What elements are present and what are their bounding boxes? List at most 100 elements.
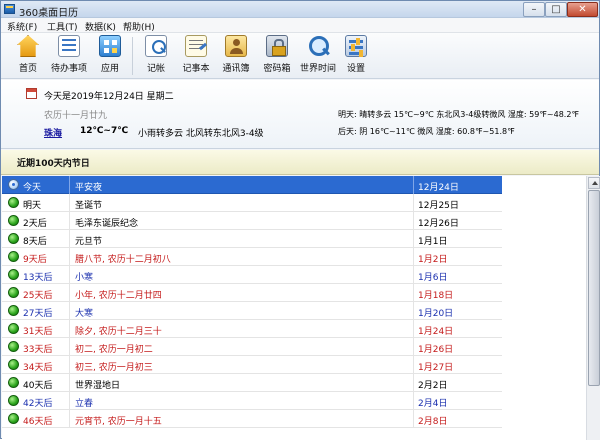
- date-cell: 1月20日: [415, 302, 502, 320]
- toolbar-account-button[interactable]: 记帐: [143, 35, 169, 77]
- holiday-row[interactable]: 31天后 除夕, 农历十二月三十 1月24日: [2, 320, 502, 338]
- date-cell: 12月26日: [415, 212, 502, 230]
- when-cell: 27天后: [2, 302, 70, 320]
- holiday-section-header: 近期100天内节日: [1, 150, 599, 175]
- holiday-name: 除夕, 农历十二月三十: [75, 327, 162, 337]
- holiday-date: 12月26日: [418, 219, 459, 229]
- holiday-date: 1月2日: [418, 255, 448, 265]
- toolbar-world-time-button[interactable]: 世界时间: [298, 35, 338, 77]
- holiday-list[interactable]: 今天 平安夜 12月24日 明天 圣诞节 12月25日 2天后 毛泽东诞辰纪念 12月26日 8天…: [2, 176, 600, 440]
- menu-system[interactable]: 系统(F): [7, 20, 37, 33]
- holiday-date: 2月2日: [418, 381, 448, 391]
- toolbar-label: 应用: [100, 64, 119, 74]
- holiday-date: 12月24日: [418, 183, 459, 193]
- when-text: 42天后: [23, 399, 53, 409]
- when-text: 33天后: [23, 345, 53, 355]
- name-cell: 小寒: [71, 266, 414, 284]
- maximize-button[interactable]: □: [545, 2, 567, 17]
- holiday-row[interactable]: 34天后 初三, 农历一月初三 1月27日: [2, 356, 502, 374]
- toolbar-todo-button[interactable]: 待办事项: [49, 35, 89, 77]
- section-title: 近期100天内节日: [17, 159, 90, 169]
- menu-help[interactable]: 帮助(H): [123, 20, 155, 33]
- when-text: 31天后: [23, 327, 53, 337]
- toolbar-home-button[interactable]: 首页: [15, 35, 41, 77]
- holiday-date: 2月8日: [418, 417, 448, 427]
- holiday-row[interactable]: 13天后 小寒 1月6日: [2, 266, 502, 284]
- when-text: 25天后: [23, 291, 53, 301]
- holiday-row[interactable]: 2天后 毛泽东诞辰纪念 12月26日: [2, 212, 502, 230]
- status-dot-icon: [8, 287, 19, 298]
- toolbar-apps-button[interactable]: 应用: [97, 35, 123, 77]
- when-cell: 明天: [2, 194, 70, 212]
- when-cell: 9天后: [2, 248, 70, 266]
- when-text: 9天后: [23, 255, 47, 265]
- status-dot-icon: [8, 179, 19, 190]
- minimize-button[interactable]: –: [523, 2, 545, 17]
- holiday-row[interactable]: 25天后 小年, 农历十二月廿四 1月18日: [2, 284, 502, 302]
- status-dot-icon: [8, 197, 19, 208]
- when-cell: 31天后: [2, 320, 70, 338]
- toolbar-password-button[interactable]: 密码箱: [261, 35, 293, 77]
- when-cell: 40天后: [2, 374, 70, 392]
- lunar-date: 农历十一月廿九: [44, 111, 108, 121]
- holiday-row[interactable]: 33天后 初二, 农历一月初二 1月26日: [2, 338, 502, 356]
- status-dot-icon: [8, 233, 19, 244]
- vertical-scrollbar[interactable]: [586, 176, 600, 440]
- menu-data[interactable]: 数据(K): [85, 20, 116, 33]
- status-dot-icon: [8, 395, 19, 406]
- city-link[interactable]: 珠海: [44, 126, 62, 139]
- today-temperature: 12℃~7℃: [80, 126, 129, 136]
- toolbar-contacts-button[interactable]: 通讯簿: [220, 35, 252, 77]
- toolbar-settings-button[interactable]: 设置: [343, 35, 369, 77]
- toolbar-label: 记帐: [146, 64, 165, 74]
- holiday-row[interactable]: 8天后 元旦节 1月1日: [2, 230, 502, 248]
- scroll-thumb[interactable]: [588, 190, 600, 386]
- holiday-name: 大寒: [75, 309, 94, 319]
- date-cell: 1月6日: [415, 266, 502, 284]
- name-cell: 小年, 农历十二月廿四: [71, 284, 414, 302]
- holiday-row[interactable]: 今天 平安夜 12月24日: [2, 176, 502, 194]
- calendar-app-icon: [4, 4, 15, 14]
- status-dot-icon: [8, 413, 19, 424]
- notes-icon: [185, 35, 207, 57]
- title-bar[interactable]: 360桌面日历 – □ ✕: [1, 1, 599, 19]
- holiday-name: 立春: [75, 399, 94, 409]
- toolbar-label: 待办事项: [50, 64, 87, 74]
- home-icon: [17, 35, 39, 57]
- holiday-name: 世界湿地日: [75, 381, 121, 391]
- holiday-row[interactable]: 42天后 立春 2月4日: [2, 392, 502, 410]
- contacts-icon: [225, 35, 247, 57]
- toolbar: 首页 待办事项 应用 记帐 记事本 通讯簿 密码箱 世界时间 设置: [1, 33, 599, 79]
- menu-tools[interactable]: 工具(T): [47, 20, 78, 33]
- holiday-row[interactable]: 9天后 腊八节, 农历十二月初八 1月2日: [2, 248, 502, 266]
- holiday-row[interactable]: 明天 圣诞节 12月25日: [2, 194, 502, 212]
- status-dot-icon: [8, 359, 19, 370]
- holiday-row[interactable]: 27天后 大寒 1月20日: [2, 302, 502, 320]
- settings-icon: [345, 35, 367, 57]
- scroll-up-arrow-icon[interactable]: [588, 177, 600, 189]
- name-cell: 腊八节, 农历十二月初八: [71, 248, 414, 266]
- toolbar-label: 记事本: [182, 64, 210, 74]
- account-icon: [145, 35, 167, 57]
- date-cell: 1月2日: [415, 248, 502, 266]
- date-cell: 1月26日: [415, 338, 502, 356]
- today-weather: 小雨转多云 北风转东北风3-4级: [138, 129, 264, 139]
- when-cell: 33天后: [2, 338, 70, 356]
- when-text: 40天后: [23, 381, 53, 391]
- when-text: 2天后: [23, 219, 47, 229]
- status-dot-icon: [8, 377, 19, 388]
- holiday-row[interactable]: 46天后 元宵节, 农历一月十五 2月8日: [2, 410, 502, 428]
- holiday-row[interactable]: 40天后 世界湿地日 2月2日: [2, 374, 502, 392]
- toolbar-notes-button[interactable]: 记事本: [180, 35, 212, 77]
- menu-bar: 系统(F) 工具(T) 数据(K) 帮助(H): [1, 18, 599, 33]
- toolbar-label: 密码箱: [263, 64, 291, 74]
- when-cell: 34天后: [2, 356, 70, 374]
- name-cell: 毛泽东诞辰纪念: [71, 212, 414, 230]
- password-icon: [266, 35, 288, 57]
- name-cell: 初三, 农历一月初三: [71, 356, 414, 374]
- close-button[interactable]: ✕: [567, 2, 598, 17]
- holiday-name: 初二, 农历一月初二: [75, 345, 153, 355]
- holiday-name: 初三, 农历一月初三: [75, 363, 153, 373]
- status-dot-icon: [8, 341, 19, 352]
- when-text: 27天后: [23, 309, 53, 319]
